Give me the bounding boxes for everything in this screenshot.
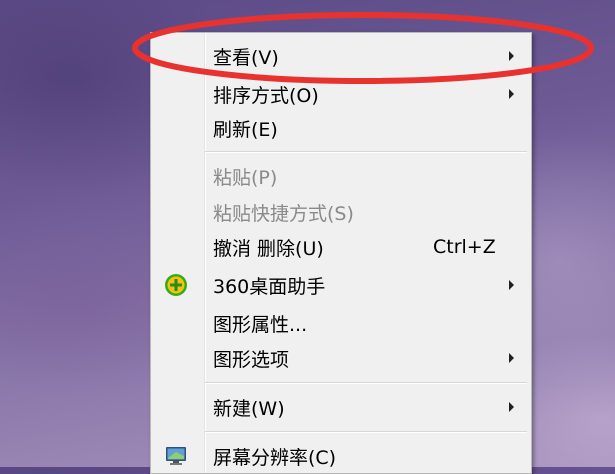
menu-item-label: 查看(V) xyxy=(213,46,279,69)
menu-item-label: 屏幕分辨率(C) xyxy=(213,446,337,469)
menu-item-screen-resolution[interactable]: 屏幕分辨率(C) xyxy=(151,439,531,473)
menu-item-label: 排序方式(O) xyxy=(213,84,319,107)
menu-item-label: 图形属性... xyxy=(213,313,308,336)
menu-item-label: 图形选项 xyxy=(213,348,290,371)
menu-item-label: 刷新(E) xyxy=(213,118,278,141)
context-menu: 查看(V) 排序方式(O) 刷新(E) 粘贴(P) 粘贴快捷方式(S) 撤消 删… xyxy=(150,32,532,474)
submenu-arrow-icon xyxy=(509,402,514,412)
menu-separator xyxy=(205,431,527,433)
menu-item-paste[interactable]: 粘贴(P) xyxy=(151,159,531,193)
menu-separator xyxy=(205,382,527,384)
menu-item-label: 粘贴快捷方式(S) xyxy=(213,202,354,225)
submenu-arrow-icon xyxy=(509,353,514,363)
menu-item-graphics-properties[interactable]: 图形属性... xyxy=(151,306,531,340)
360-assistant-icon xyxy=(165,274,187,296)
menu-item-label: 360桌面助手 xyxy=(213,275,326,298)
menu-item-label: 撤消 删除(U) xyxy=(213,237,324,260)
menu-item-view[interactable]: 查看(V) xyxy=(151,39,531,73)
menu-item-label: 新建(W) xyxy=(213,397,285,420)
menu-item-refresh[interactable]: 刷新(E) xyxy=(151,111,531,145)
menu-item-shortcut: Ctrl+Z xyxy=(433,236,496,258)
submenu-arrow-icon xyxy=(509,280,514,290)
submenu-arrow-icon xyxy=(509,51,514,61)
menu-item-new[interactable]: 新建(W) xyxy=(151,390,531,424)
menu-item-sort-by[interactable]: 排序方式(O) xyxy=(151,77,531,111)
display-icon xyxy=(166,447,186,465)
menu-separator xyxy=(205,151,527,153)
menu-item-paste-shortcut[interactable]: 粘贴快捷方式(S) xyxy=(151,195,531,229)
menu-item-label: 粘贴(P) xyxy=(213,166,278,189)
menu-item-graphics-options[interactable]: 图形选项 xyxy=(151,341,531,375)
menu-item-360-desktop-assistant[interactable]: 360桌面助手 xyxy=(151,268,531,302)
menu-item-undo-delete[interactable]: 撤消 删除(U) Ctrl+Z xyxy=(151,230,531,264)
submenu-arrow-icon xyxy=(509,89,514,99)
